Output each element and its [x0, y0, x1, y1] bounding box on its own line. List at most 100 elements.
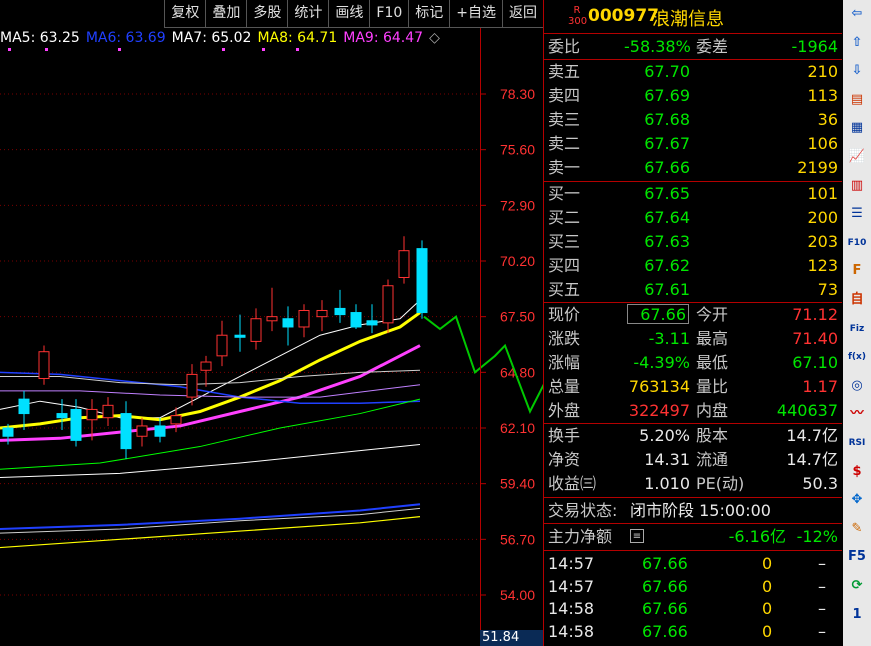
self-icon[interactable]: 自: [847, 290, 867, 310]
tick-volume: 0: [762, 599, 773, 618]
chart-toolbar: 复权 叠加 多股 统计 画线 F10 标记 +自选 返回: [0, 0, 543, 28]
line-chart-icon[interactable]: 📈: [847, 147, 867, 167]
wave-icon[interactable]: 〰: [847, 404, 867, 424]
ask-row[interactable]: 卖一 67.66 2199: [544, 156, 842, 180]
ask-row[interactable]: 卖二 67.67 106: [544, 132, 842, 156]
liangbi-value: 1.17: [802, 377, 838, 396]
grid-icon[interactable]: ▦: [847, 118, 867, 138]
marker-dot: [8, 48, 11, 51]
zhangdie-value: -3.11: [648, 329, 690, 348]
tick-flag: –: [818, 621, 826, 641]
stock-code: 000977: [588, 6, 659, 26]
f-icon[interactable]: F: [847, 261, 867, 281]
candle-body: [2, 427, 14, 437]
toolbar-button-2[interactable]: 多股: [246, 0, 288, 28]
ask-volume: 106: [807, 134, 838, 153]
ma-line-green: [0, 398, 421, 470]
neipan-value: 440637: [776, 401, 838, 420]
candle-body: [102, 404, 114, 419]
rsi-icon[interactable]: RSI: [847, 433, 867, 453]
bid-price: 67.62: [644, 256, 690, 275]
tick-time: 14:58: [548, 621, 595, 641]
weicha-label: 委差: [696, 37, 729, 56]
tick-volume: 0: [762, 621, 773, 641]
pen-icon[interactable]: ✎: [847, 519, 867, 539]
pe-value: 50.3: [802, 474, 838, 493]
toolbar-button-6[interactable]: 标记: [408, 0, 450, 28]
toolbar-button-0[interactable]: 复权: [164, 0, 206, 28]
shouyi-label[interactable]: 收益㈢: [548, 472, 596, 496]
bid-row[interactable]: 买五 67.61 73: [544, 278, 842, 302]
jinkai-label: 今开: [696, 305, 729, 324]
main-flow-row[interactable]: 主力净额 ≡ -6.16亿 -12%: [544, 525, 842, 549]
bid-row[interactable]: 买三 67.63 203: [544, 230, 842, 254]
axis-tick-label: 78.30: [500, 86, 535, 102]
ask-volume: 2199: [797, 158, 838, 177]
bid-row[interactable]: 买一 67.65 101: [544, 182, 842, 206]
toolbar-button-7[interactable]: +自选: [449, 0, 502, 28]
ma-line-white-long: [0, 443, 421, 478]
ma-line-blue-long: [0, 503, 421, 531]
candle-body: [18, 398, 30, 415]
dollar-icon[interactable]: $: [847, 462, 867, 482]
candle-body: [250, 318, 262, 342]
main-flow-pct: -12%: [796, 527, 838, 546]
report-icon[interactable]: ▤: [847, 90, 867, 110]
f10-icon[interactable]: F10: [847, 233, 867, 253]
waipan-label: 外盘: [548, 401, 581, 420]
toolbar-button-3[interactable]: 统计: [287, 0, 329, 28]
candle-body: [38, 351, 50, 380]
arrow-down-icon[interactable]: ⇩: [847, 61, 867, 81]
move-icon[interactable]: ✥: [847, 490, 867, 510]
candle-chart-icon[interactable]: ▥: [847, 176, 867, 196]
arrow-left-icon[interactable]: ⇦: [847, 4, 867, 24]
f5-icon[interactable]: F5: [847, 547, 867, 567]
kline-chart[interactable]: 78.3075.6072.9070.2067.5064.8062.1059.40…: [0, 28, 543, 646]
ask-price: 67.66: [644, 158, 690, 177]
list-icon[interactable]: ☰: [847, 204, 867, 224]
diamond-icon[interactable]: ◇: [429, 30, 440, 46]
huanshou-value: 5.20%: [639, 426, 690, 445]
ask-row[interactable]: 卖三 67.68 36: [544, 108, 842, 132]
tick-list[interactable]: 14:57 67.66 0–14:57 67.66 0–14:58 67.66 0–14:5…: [544, 553, 842, 645]
liutong-value: 14.7亿: [786, 450, 838, 469]
marker-dot: [262, 48, 265, 51]
tick-time: 14:57: [548, 554, 595, 573]
toolbar-button-1[interactable]: 叠加: [205, 0, 247, 28]
page-number[interactable]: 1: [847, 605, 867, 625]
ma-line-violet: [0, 384, 421, 398]
ask-row[interactable]: 卖五 67.70 210: [544, 60, 842, 84]
marker-dot: [118, 48, 121, 51]
candle-body: [416, 248, 428, 314]
circle-icon[interactable]: ◎: [847, 376, 867, 396]
fx-icon[interactable]: f(x): [847, 347, 867, 367]
huanshou-label: 换手: [548, 426, 581, 445]
tick-time: 14:58: [548, 599, 595, 618]
bid-price: 67.65: [644, 184, 690, 203]
candle-body: [170, 415, 182, 425]
weibi-label: 委比: [548, 37, 581, 56]
tick-row: 14:58 67.66 0 –: [544, 598, 842, 620]
ask-row[interactable]: 卖四 67.69 113: [544, 84, 842, 108]
waipan-value: 322497: [628, 401, 690, 420]
candle-body: [282, 318, 294, 328]
toolbar-button-4[interactable]: 画线: [328, 0, 370, 28]
bid-price: 67.64: [644, 208, 690, 227]
bid-row[interactable]: 买四 67.62 123: [544, 254, 842, 278]
arrow-up-icon[interactable]: ⇧: [847, 33, 867, 53]
toolbar-button-5[interactable]: F10: [369, 0, 409, 28]
detail-icon[interactable]: ≡: [630, 529, 644, 543]
candle-body: [136, 425, 148, 437]
ask-price: 67.70: [644, 62, 690, 81]
bid-row[interactable]: 买二 67.64 200: [544, 206, 842, 230]
toolbar-button-8[interactable]: 返回: [502, 0, 543, 28]
neipan-label: 内盘: [696, 401, 729, 420]
marker-dot: [296, 48, 299, 51]
ask-label: 卖三: [548, 110, 581, 129]
refresh-icon[interactable]: ⟳: [847, 576, 867, 596]
fiz-icon[interactable]: Fiz: [847, 319, 867, 339]
jinkai-value: 71.12: [792, 305, 838, 324]
ask-label: 卖二: [548, 134, 581, 153]
candle-body: [398, 250, 410, 278]
xianjia-label: 现价: [548, 305, 581, 324]
